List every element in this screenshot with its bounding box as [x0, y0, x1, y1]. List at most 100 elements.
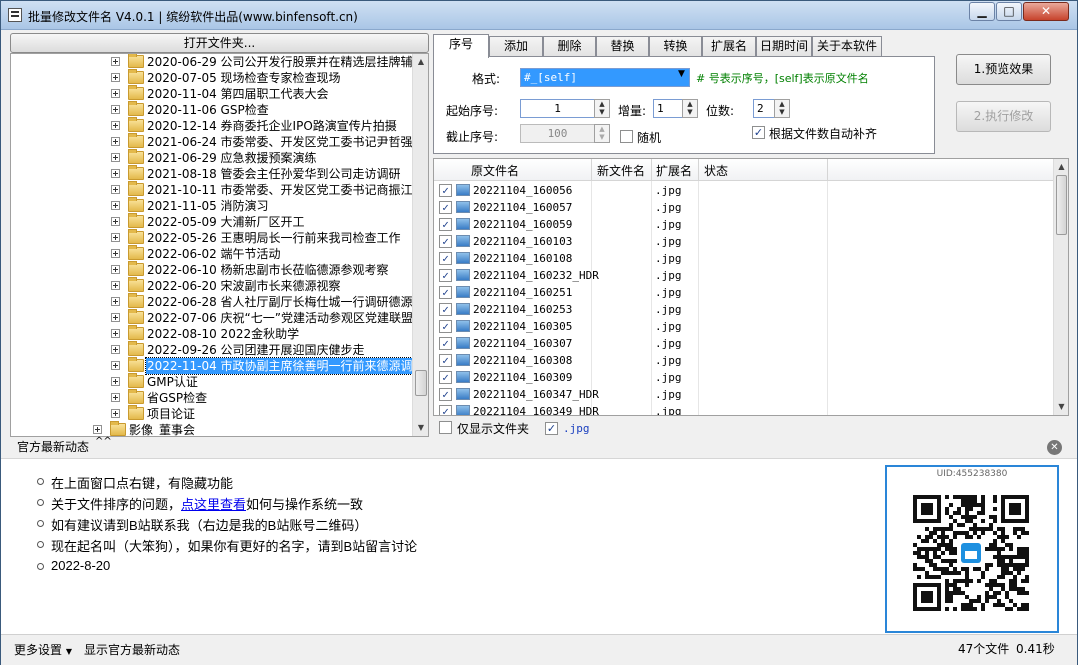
tab-7[interactable]: 关于本软件	[812, 36, 882, 57]
tab-5[interactable]: 扩展名	[702, 36, 756, 57]
tree-item[interactable]: 省GSP检查	[11, 389, 428, 406]
tab-0[interactable]: 序号	[433, 34, 489, 58]
preview-button[interactable]: 1.预览效果	[956, 54, 1051, 85]
expand-icon[interactable]	[111, 57, 120, 66]
expand-icon[interactable]	[111, 409, 120, 418]
row-checkbox[interactable]: ✓	[439, 184, 452, 197]
tree-item[interactable]: 影像_董事会	[11, 421, 428, 436]
table-row[interactable]: ✓ 20221104_160253 .jpg	[434, 301, 1054, 318]
expand-icon[interactable]	[111, 393, 120, 402]
expand-icon[interactable]	[111, 265, 120, 274]
row-checkbox[interactable]: ✓	[439, 337, 452, 350]
tab-6[interactable]: 日期时间	[756, 36, 812, 57]
table-row[interactable]: ✓ 20221104_160307 .jpg	[434, 335, 1054, 352]
file-table[interactable]: 原文件名 新文件名 扩展名 状态 ✓ 20221104_160056 .jpg ✓ 20…	[433, 158, 1069, 416]
expand-icon[interactable]	[111, 201, 120, 210]
tree-item[interactable]: 2022-09-26 公司团建开展迎国庆健步走	[11, 341, 428, 358]
col-status[interactable]: 状态	[704, 162, 728, 179]
expand-icon[interactable]	[111, 329, 120, 338]
table-row[interactable]: ✓ 20221104_160059 .jpg	[434, 216, 1054, 233]
expand-icon[interactable]	[111, 361, 120, 370]
table-row[interactable]: ✓ 20221104_160103 .jpg	[434, 233, 1054, 250]
row-checkbox[interactable]: ✓	[439, 201, 452, 214]
row-checkbox[interactable]: ✓	[439, 218, 452, 231]
table-row[interactable]: ✓ 20221104_160251 .jpg	[434, 284, 1054, 301]
tab-2[interactable]: 删除	[543, 36, 596, 57]
random-checkbox[interactable]	[620, 130, 633, 143]
expand-icon[interactable]	[111, 345, 120, 354]
table-row[interactable]: ✓ 20221104_160056 .jpg	[434, 182, 1054, 199]
tree-scrollbar[interactable]: ▲ ▼	[412, 54, 428, 436]
tree-item[interactable]: 项目论证	[11, 405, 428, 422]
tab-3[interactable]: 替换	[596, 36, 649, 57]
start-index-input[interactable]: 1	[520, 99, 595, 118]
more-settings-menu[interactable]: 更多设置 ▼	[14, 641, 72, 658]
tree-item[interactable]: 2020-12-14 券商委托企业IPO路演宣传片拍摄	[11, 117, 428, 134]
tree-item[interactable]: 2020-07-05 现场检查专家检查现场	[11, 69, 428, 86]
col-new-name[interactable]: 新文件名	[597, 162, 645, 179]
format-dropdown-arrow[interactable]: ▼	[678, 69, 685, 79]
tree-item[interactable]: 2022-11-04 市政协副主席徐善明一行前来德源调研	[11, 357, 428, 375]
table-row[interactable]: ✓ 20221104_160349_HDR .jpg	[434, 403, 1054, 415]
scroll-up-arrow[interactable]: ▲	[413, 54, 428, 70]
tree-item[interactable]: 2020-11-04 第四届职工代表大会	[11, 85, 428, 102]
expand-icon[interactable]	[111, 153, 120, 162]
expand-icon[interactable]	[111, 73, 120, 82]
tree-item[interactable]: 2022-06-02 端午节活动	[11, 245, 428, 262]
maximize-button[interactable]: □	[996, 2, 1022, 21]
expand-icon[interactable]	[111, 121, 120, 130]
minimize-button[interactable]: ▁	[969, 2, 995, 21]
tree-item[interactable]: 2022-07-06 庆祝“七一”党建活动参观区党建联盟	[11, 309, 428, 326]
expand-icon[interactable]	[111, 89, 120, 98]
folder-tree[interactable]: 2020-06-29 公司公开发行股票并在精选层挂牌辅导 2020-07-05 现…	[10, 53, 429, 437]
table-row[interactable]: ✓ 20221104_160305 .jpg	[434, 318, 1054, 335]
row-checkbox[interactable]: ✓	[439, 320, 452, 333]
expand-icon[interactable]	[111, 297, 120, 306]
tree-item[interactable]: 2022-05-26 王惠明局长一行前来我司检查工作	[11, 229, 428, 246]
tab-1[interactable]: 添加	[489, 36, 543, 57]
expand-icon[interactable]	[111, 313, 120, 322]
row-checkbox[interactable]: ✓	[439, 405, 452, 415]
expand-icon[interactable]	[111, 169, 120, 178]
table-row[interactable]: ✓ 20221104_160057 .jpg	[434, 199, 1054, 216]
table-row[interactable]: ✓ 20221104_160308 .jpg	[434, 352, 1054, 369]
close-button[interactable]: ✕	[1023, 2, 1069, 21]
digits-spinner[interactable]: ▲ ▼	[774, 99, 790, 118]
tree-item[interactable]: 2020-11-06 GSP检查	[11, 101, 428, 118]
expand-icon[interactable]	[111, 249, 120, 258]
autopad-checkbox[interactable]: ✓	[752, 126, 765, 139]
open-folder-button[interactable]: 打开文件夹...	[10, 33, 429, 53]
scroll-thumb[interactable]	[1056, 175, 1067, 235]
scroll-down-arrow[interactable]: ▼	[413, 420, 428, 436]
row-checkbox[interactable]: ✓	[439, 303, 452, 316]
scroll-thumb[interactable]	[415, 370, 427, 396]
row-checkbox[interactable]: ✓	[439, 269, 452, 282]
tree-item[interactable]: 2022-06-10 杨新忠副市长莅临德源参观考察	[11, 261, 428, 278]
folders-only-checkbox[interactable]	[439, 421, 452, 434]
row-checkbox[interactable]: ✓	[439, 286, 452, 299]
ext-filter-checkbox[interactable]: ✓	[545, 422, 558, 435]
tree-item[interactable]: 2021-08-18 管委会主任孙爱华到公司走访调研	[11, 165, 428, 182]
tree-item[interactable]: 2021-06-24 市委常委、开发区党工委书记尹哲强鄄	[11, 133, 428, 150]
tab-4[interactable]: 转换	[649, 36, 702, 57]
table-row[interactable]: ✓ 20221104_160232_HDR .jpg	[434, 267, 1054, 284]
expand-icon[interactable]	[111, 217, 120, 226]
expand-icon[interactable]	[111, 105, 120, 114]
table-row[interactable]: ✓ 20221104_160347_HDR .jpg	[434, 386, 1054, 403]
tree-item[interactable]: 2021-06-29 应急救援预案演练	[11, 149, 428, 166]
increment-spinner[interactable]: ▲ ▼	[682, 99, 698, 118]
col-extension[interactable]: 扩展名	[656, 162, 692, 179]
format-input[interactable]: #_[self]	[520, 68, 690, 87]
row-checkbox[interactable]: ✓	[439, 235, 452, 248]
row-checkbox[interactable]: ✓	[439, 354, 452, 367]
row-checkbox[interactable]: ✓	[439, 252, 452, 265]
table-row[interactable]: ✓ 20221104_160108 .jpg	[434, 250, 1054, 267]
tree-item[interactable]: 2022-06-20 宋波副市长来德源视察	[11, 277, 428, 294]
news-close-icon[interactable]: ✕	[1047, 440, 1062, 455]
table-row[interactable]: ✓ 20221104_160309 .jpg	[434, 369, 1054, 386]
tree-item[interactable]: 2022-06-28 省人社厅副厅长梅仕城一行调研德源穩	[11, 293, 428, 310]
expand-icon[interactable]	[111, 233, 120, 242]
row-checkbox[interactable]: ✓	[439, 388, 452, 401]
scroll-down-arrow[interactable]: ▼	[1054, 399, 1068, 415]
expand-icon[interactable]	[111, 281, 120, 290]
